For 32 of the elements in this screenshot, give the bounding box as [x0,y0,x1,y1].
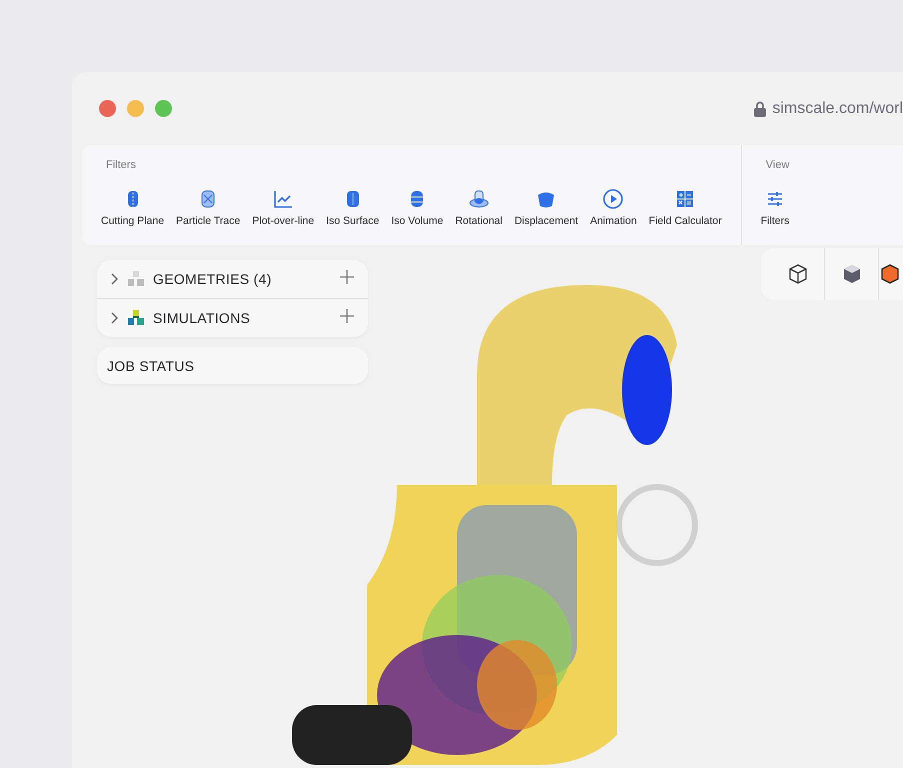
toolbar-button[interactable]: Filters [756,185,794,230]
chevron-icon [109,312,119,324]
section-title: Filters [105,159,137,173]
toolbar-button[interactable]: Rotational [450,185,508,230]
chevron-icon [109,273,119,285]
tool-icon [468,188,490,210]
tree-item[interactable]: GEOMETRIES (4) [97,260,368,298]
toolbar-button[interactable]: Animation [585,185,642,230]
job-status-label: JOB STATUS [107,358,194,374]
tool-icon [272,188,294,210]
toolbar-button[interactable]: Particle Trace [171,185,246,230]
cube-icon [786,263,808,285]
toolbar-button[interactable]: Iso Volume [386,185,448,230]
window-control-icon[interactable] [99,100,116,117]
url-text: simscale.com/worl [772,100,903,118]
lock-icon [754,100,766,116]
toolbar-button[interactable]: Displacement [509,185,584,230]
plus-icon[interactable] [340,270,354,284]
job-status-panel[interactable]: JOB STATUS [97,347,368,384]
cubes-icon [127,309,145,327]
tree-label: SIMULATIONS [153,310,250,326]
tree-item[interactable]: SIMULATIONS [97,298,368,337]
cubes-icon [127,270,145,288]
cube-icon [879,263,901,285]
tool-icon [602,188,624,210]
tree-label: GEOMETRIES (4) [153,271,272,287]
toolbar-button[interactable]: Iso Surface [321,185,384,230]
section-title: View [764,159,790,173]
plus-icon[interactable] [340,308,354,322]
toolbar-button[interactable]: Field Calculator [644,185,727,230]
toolbar-button[interactable]: Cutting Plane [96,185,170,230]
toolbar-button[interactable]: Plot-over-line [247,185,320,230]
